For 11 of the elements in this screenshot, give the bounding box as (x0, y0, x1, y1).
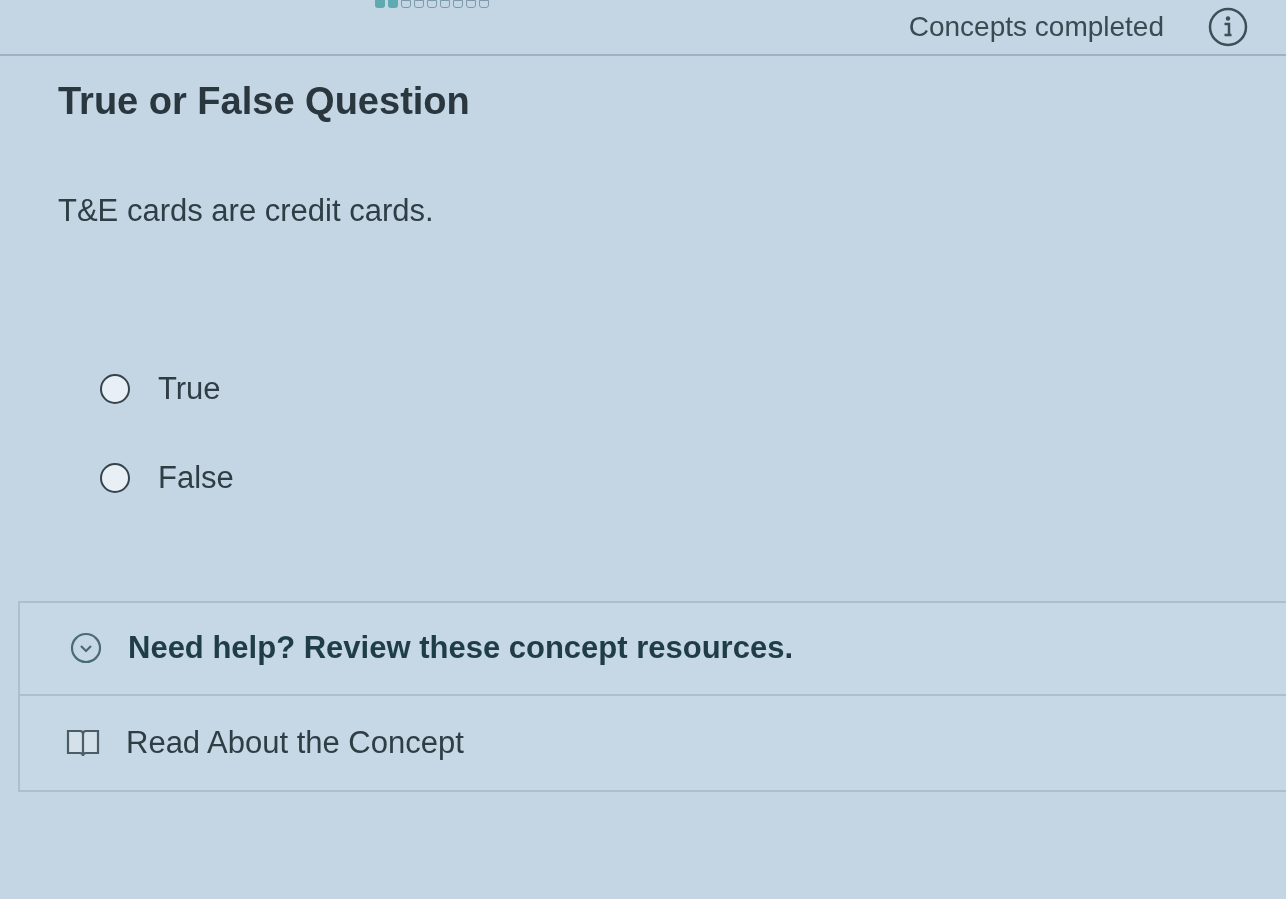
option-label: False (158, 458, 234, 497)
radio-button[interactable] (100, 374, 130, 405)
concept-link[interactable]: Read About the Concept (20, 695, 1286, 790)
radio-button[interactable] (100, 462, 130, 493)
question-type-title: True or False Question (58, 79, 470, 124)
info-icon[interactable] (1208, 7, 1248, 47)
progress-text: Concepts completed (908, 10, 1164, 44)
option-label: True (158, 370, 221, 408)
book-icon (66, 727, 100, 758)
question-text: T&E cards are credit cards. (58, 191, 434, 230)
resources-toggle[interactable]: Need help? Review these concept resources. (20, 603, 1286, 696)
